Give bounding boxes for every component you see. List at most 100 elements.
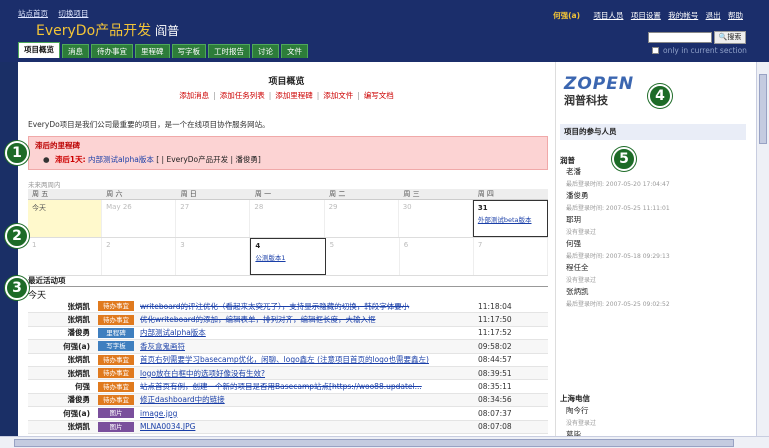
tab-3[interactable]: 里程碑 (135, 44, 170, 58)
activity-type-badge: 图片 (98, 421, 134, 432)
tab-7[interactable]: 文件 (281, 44, 308, 58)
user-name: 何强(a) (553, 11, 581, 20)
activity-time: 11:17:50 (478, 315, 512, 325)
tab-6[interactable]: 讨论 (252, 44, 279, 58)
callout-marker: 5 (612, 147, 636, 171)
activity-row: 潘俊勇 里程碑 内部测试alpha版本 11:17:52 (28, 327, 548, 341)
weekday-label: 周 六 (106, 190, 123, 198)
my-account-link[interactable]: 我的帐号 (668, 11, 698, 20)
calendar-caption: 未来两周内 (28, 181, 61, 189)
calendar-day[interactable]: 6 (400, 238, 474, 275)
activity-user: 张炳凯 (67, 301, 91, 311)
member-item: 程任全 没有登录过 (566, 262, 596, 284)
activity-time: 09:58:02 (478, 341, 512, 351)
activity-time: 11:17:52 (478, 328, 512, 338)
only-current-section-option[interactable]: only in current section (652, 46, 747, 55)
activity-type-badge: 图片 (98, 408, 134, 419)
day-number: 28 (254, 203, 264, 211)
calendar-event-link[interactable]: 公测版本1 (255, 252, 320, 262)
page-title: 项目概览 (268, 77, 305, 87)
activity-link[interactable]: 站点首页有例，创建一个新的项目是否用Basecamp站点[https://woo… (140, 381, 478, 392)
weekday-label: 周 四 (477, 190, 494, 198)
tab-1[interactable]: 消息 (62, 44, 89, 58)
calendar-day[interactable]: 4 公测版本1 (250, 238, 326, 275)
switch-project-link[interactable]: 切换项目 (58, 9, 88, 18)
scrollbar-thumb[interactable] (14, 439, 734, 447)
calendar-day[interactable]: May 26 (102, 200, 177, 237)
activity-type-badge: 待办事宜 (98, 394, 134, 405)
calendar-day[interactable]: 28 (250, 200, 325, 237)
calendar-day[interactable]: 29 (325, 200, 399, 237)
activity-user: 何强(a) (63, 341, 90, 351)
member-name[interactable]: 潘俊勇 (566, 191, 589, 200)
member-item: 耶玥 没有登录过 (566, 214, 596, 236)
header: 站点首页 切换项目 EveryDo产品开发 阎普 何强(a) 项目人员 项目设置 … (0, 0, 769, 62)
action-link[interactable]: 添加里程碑 (275, 91, 313, 100)
member-name[interactable]: 耶玥 (566, 215, 581, 224)
calendar-day[interactable]: 27 (176, 200, 251, 237)
action-link[interactable]: 添加消息 (179, 91, 209, 100)
logout-link[interactable]: 退出 (706, 11, 721, 20)
day-number: 29 (328, 203, 338, 211)
calendar-day[interactable]: 5 (326, 238, 400, 275)
main-panel: 项目概览 添加消息 | 添加任务列表 | 添加里程碑 | 添加文件 | 编写文档 EveryDo… (18, 62, 555, 448)
member-name[interactable]: 何强 (566, 239, 581, 248)
calendar-day[interactable]: 7 (474, 238, 548, 275)
day-number: May 26 (106, 203, 132, 211)
project-members-link[interactable]: 项目人员 (593, 11, 623, 20)
action-link[interactable]: 添加文件 (323, 91, 353, 100)
checkbox-icon[interactable] (652, 47, 659, 54)
action-link[interactable]: 添加任务列表 (220, 91, 265, 100)
search-button[interactable]: 🔍搜索 (714, 31, 746, 44)
site-home-link[interactable]: 站点首页 (18, 9, 48, 18)
search-input[interactable] (648, 32, 712, 43)
tab-2[interactable]: 待办事宜 (91, 44, 133, 58)
member-name[interactable]: 陶今行 (566, 406, 589, 415)
separator: | (268, 91, 272, 100)
late-milestone-link[interactable]: 内部测试alpha版本 (88, 155, 154, 164)
activity-link[interactable]: logo放在白框中的选项好像没有生效? (140, 368, 478, 379)
activity-time: 08:07:37 (478, 408, 512, 418)
help-link[interactable]: 帮助 (728, 11, 743, 20)
tab-5[interactable]: 工时报告 (208, 44, 250, 58)
member-name[interactable]: 程任全 (566, 263, 589, 272)
callout-marker: 3 (5, 276, 29, 300)
activity-link[interactable]: image.jpg (140, 409, 478, 418)
scrollbar-thumb[interactable] (759, 74, 767, 144)
callout-marker: 4 (648, 84, 672, 108)
tab-4[interactable]: 写字板 (171, 44, 206, 58)
member-name[interactable]: 老潘 (566, 167, 581, 176)
activity-link[interactable]: 香灰盒鬼画符 (140, 341, 478, 352)
only-current-section-label: only in current section (663, 46, 747, 55)
project-settings-link[interactable]: 项目设置 (631, 11, 661, 20)
top-links: 站点首页 切换项目 (18, 8, 96, 19)
project-description: EveryDo项目是我们公司最重要的项目，是一个在线项目协作服务网站。 (28, 120, 270, 129)
day-number: 1 (32, 241, 37, 249)
calendar-day[interactable]: 1 (28, 238, 103, 275)
activity-link[interactable]: writeboard的评注优化（看起来太突兀了），支持显示隐藏的切换，韩段字体要… (140, 301, 478, 312)
weekday-label: 周 日 (180, 190, 197, 198)
member-name[interactable]: 张炳凯 (566, 287, 589, 296)
vertical-scrollbar[interactable] (756, 62, 769, 436)
calendar: 周 五周 六周 日周 一周 二周 三周 四 今天 May 26 27 28 29 30 31… (28, 189, 548, 276)
calendar-day[interactable]: 2 (102, 238, 177, 275)
search-button-label: 搜索 (727, 33, 742, 41)
tab-0[interactable]: 项目概览 (18, 42, 60, 58)
activity-time: 08:07:08 (478, 422, 512, 432)
calendar-day[interactable]: 今天 (28, 200, 103, 237)
activity-row: 何强(a) 写字板 香灰盒鬼画符 09:58:02 (28, 340, 548, 354)
activity-user: 何强(a) (63, 408, 90, 418)
activity-link[interactable]: 优化writeboard的添加，编辑表单，排列对齐，编辑框长度，大输入框 (140, 314, 478, 325)
activity-link[interactable]: 修正dashboard中的链接 (140, 394, 478, 405)
activity-link[interactable]: 首页右列需要学习basecamp优化，闲聊、logo鑫左 (注意项目首页的log… (140, 354, 478, 365)
late-milestones-title: 滞后的里程碑 (35, 141, 80, 150)
activity-link[interactable]: MLNA0034.JPG (140, 422, 478, 431)
calendar-day[interactable]: 31 外部测试beta版本 (472, 200, 548, 237)
calendar-day[interactable]: 30 (399, 200, 473, 237)
activity-link[interactable]: 内部测试alpha版本 (140, 327, 478, 338)
horizontal-scrollbar[interactable] (0, 436, 769, 448)
calendar-event-link[interactable]: 外部测试beta版本 (478, 214, 543, 224)
action-link[interactable]: 编写文档 (364, 91, 394, 100)
activity-row: 张炳凯 待办事宜 logo放在白框中的选项好像没有生效? 08:39:51 (28, 366, 548, 381)
calendar-day[interactable]: 3 (176, 238, 251, 275)
